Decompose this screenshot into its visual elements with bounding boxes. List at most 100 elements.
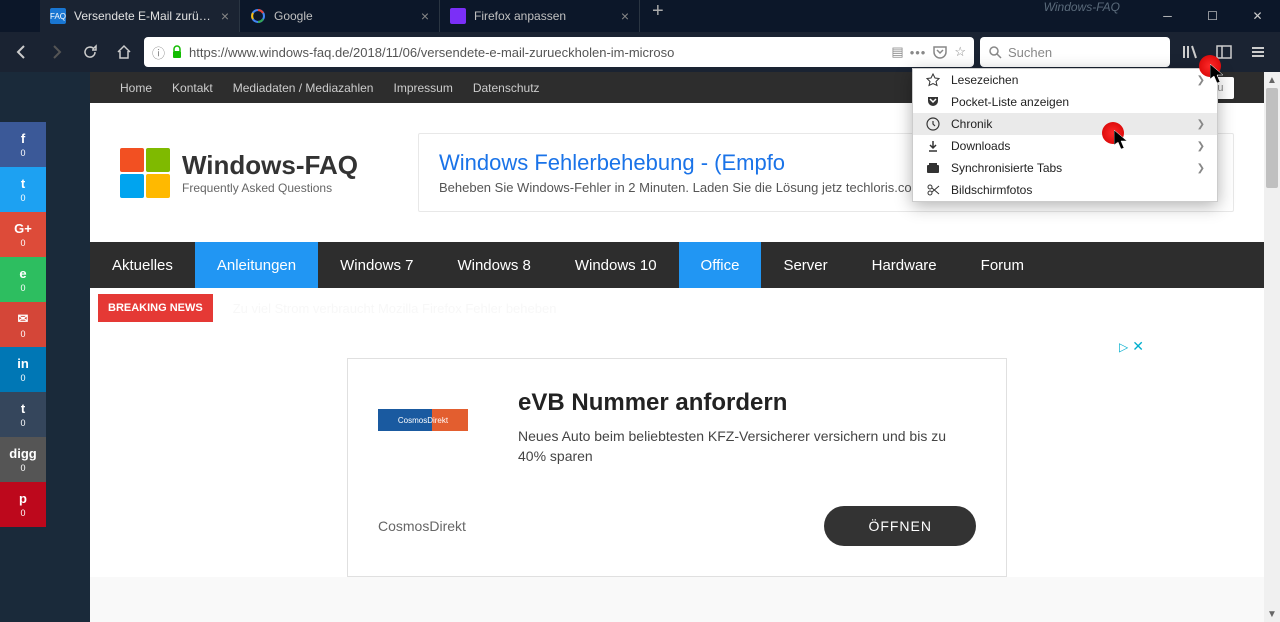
library-menu-item[interactable]: Chronik❯: [913, 113, 1217, 135]
mainnav-item[interactable]: Windows 8: [435, 242, 552, 288]
share-count: 0: [20, 329, 25, 339]
library-menu-item[interactable]: Bildschirmfotos: [913, 179, 1217, 201]
favicon-google-icon: [250, 8, 266, 24]
close-icon[interactable]: ×: [421, 8, 429, 24]
url-text: https://www.windows-faq.de/2018/11/06/ve…: [189, 45, 885, 60]
facebook-icon: f: [21, 131, 25, 146]
minimize-button[interactable]: ─: [1145, 0, 1190, 32]
social-email-button[interactable]: ✉0: [0, 302, 46, 347]
topnav-link[interactable]: Mediadaten / Mediazahlen: [233, 81, 374, 95]
forward-button[interactable]: [42, 38, 70, 66]
ad-marker: ▷ ✕: [1119, 338, 1144, 355]
ad-close-icon[interactable]: ✕: [1132, 338, 1144, 355]
scroll-up-button[interactable]: ▲: [1264, 72, 1280, 88]
library-button[interactable]: [1176, 38, 1204, 66]
new-tab-button[interactable]: +: [640, 0, 676, 32]
library-dropdown-menu: Lesezeichen❯ Pocket-Liste anzeigen Chronik…: [912, 68, 1218, 202]
ad-body: Neues Auto beim beliebtesten KFZ-Versich…: [518, 427, 976, 466]
social-facebook-button[interactable]: f0: [0, 122, 46, 167]
breaking-news-bar: BREAKING NEWS Zu viel Strom verbraucht M…: [90, 288, 1264, 328]
favicon-faq-icon: FAQ: [50, 8, 66, 24]
favicon-firefox-icon: [450, 8, 466, 24]
social-pinterest-button[interactable]: p0: [0, 482, 46, 527]
info-icon[interactable]: ⓘ: [152, 43, 165, 62]
page-actions-icon[interactable]: •••: [910, 45, 927, 60]
back-button[interactable]: [8, 38, 36, 66]
advertisement[interactable]: CosmosDirekt eVB Nummer anfordern Neues …: [347, 358, 1007, 577]
pinterest-icon: p: [19, 491, 27, 506]
breaking-news-text[interactable]: Zu viel Strom verbraucht Mozilla Firefox…: [233, 301, 557, 316]
library-menu-item[interactable]: Downloads❯: [913, 135, 1217, 157]
close-icon[interactable]: ×: [221, 8, 229, 24]
pocket-icon[interactable]: [932, 45, 948, 59]
social-digg-button[interactable]: digg0: [0, 437, 46, 482]
site-logo[interactable]: Windows-FAQ Frequently Asked Questions: [120, 148, 358, 198]
search-box[interactable]: Suchen: [980, 37, 1170, 67]
home-button[interactable]: [110, 38, 138, 66]
topnav-link[interactable]: Datenschutz: [473, 81, 540, 95]
email-icon: ✉: [18, 311, 29, 327]
bookmark-star-icon[interactable]: ☆: [954, 44, 966, 60]
ad-description: Beheben Sie Windows-Fehler in 2 Minuten.…: [439, 180, 842, 195]
mainnav-item[interactable]: Hardware: [850, 242, 959, 288]
topnav-link[interactable]: Home: [120, 81, 152, 95]
share-count: 0: [20, 238, 25, 248]
vertical-scrollbar[interactable]: ▲ ▼: [1264, 72, 1280, 622]
mainnav-item[interactable]: Windows 10: [553, 242, 679, 288]
mainnav-item[interactable]: Forum: [959, 242, 1046, 288]
site-subtitle: Frequently Asked Questions: [182, 181, 358, 195]
download-icon: [925, 138, 941, 154]
evernote-icon: e: [19, 266, 26, 281]
scissors-icon: [925, 182, 941, 198]
scroll-thumb[interactable]: [1266, 88, 1278, 188]
scroll-down-button[interactable]: ▼: [1264, 606, 1280, 622]
tab-strip: FAQ Versendete E-Mail zurückholen × Goog…: [0, 0, 676, 32]
address-bar[interactable]: ⓘ https://www.windows-faq.de/2018/11/06/…: [144, 37, 974, 67]
window-controls: ─ ☐ ✕: [1145, 0, 1280, 32]
ad-container: ▷ ✕ CosmosDirekt eVB Nummer anfordern Ne…: [90, 328, 1264, 577]
social-evernote-button[interactable]: e0: [0, 257, 46, 302]
chevron-right-icon: ❯: [1197, 119, 1205, 130]
ad-cta-button[interactable]: ÖFFNEN: [824, 506, 976, 546]
search-icon: [988, 45, 1002, 59]
share-count: 0: [20, 418, 25, 428]
linkedin-icon: in: [17, 356, 29, 371]
close-icon[interactable]: ×: [621, 8, 629, 24]
library-menu-item[interactable]: Lesezeichen❯: [913, 69, 1217, 91]
tab-1[interactable]: FAQ Versendete E-Mail zurückholen ×: [40, 0, 240, 32]
menu-item-label: Chronik: [951, 117, 1197, 131]
social-twitter-button[interactable]: t0: [0, 167, 46, 212]
digg-icon: digg: [9, 446, 36, 461]
chevron-right-icon: ❯: [1197, 163, 1205, 174]
social-google-plus-button[interactable]: G+ 0: [0, 212, 46, 257]
topnav-link[interactable]: Kontakt: [172, 81, 213, 95]
reader-mode-icon[interactable]: ▤: [891, 44, 903, 60]
menu-item-label: Downloads: [951, 139, 1197, 153]
reload-button[interactable]: [76, 38, 104, 66]
mainnav-item[interactable]: Windows 7: [318, 242, 435, 288]
close-window-button[interactable]: ✕: [1235, 0, 1280, 32]
browser-toolbar: ⓘ https://www.windows-faq.de/2018/11/06/…: [0, 32, 1280, 72]
menu-item-label: Pocket-Liste anzeigen: [951, 95, 1205, 109]
mainnav-item[interactable]: Server: [761, 242, 849, 288]
social-tumblr-button[interactable]: t0: [0, 392, 46, 437]
library-menu-item[interactable]: Pocket-Liste anzeigen: [913, 91, 1217, 113]
topnav-link[interactable]: Impressum: [393, 81, 452, 95]
adchoices-icon[interactable]: ▷: [1119, 340, 1128, 354]
google-plus-icon: G+: [14, 221, 32, 236]
mainnav-item[interactable]: Anleitungen: [195, 242, 318, 288]
social-linkedin-button[interactable]: in0: [0, 347, 46, 392]
chevron-right-icon: ❯: [1197, 75, 1205, 86]
sidebar-button[interactable]: [1210, 38, 1238, 66]
mainnav-item[interactable]: Office: [679, 242, 762, 288]
ad-advertiser: CosmosDirekt: [378, 518, 466, 534]
twitter-icon: t: [21, 176, 25, 191]
tab-2[interactable]: Google ×: [240, 0, 440, 32]
maximize-button[interactable]: ☐: [1190, 0, 1235, 32]
tab-title: Google: [274, 9, 413, 23]
library-menu-item[interactable]: Synchronisierte Tabs❯: [913, 157, 1217, 179]
mainnav-item[interactable]: Aktuelles: [90, 242, 195, 288]
menu-item-label: Bildschirmfotos: [951, 183, 1205, 197]
tab-3[interactable]: Firefox anpassen ×: [440, 0, 640, 32]
menu-button[interactable]: [1244, 38, 1272, 66]
